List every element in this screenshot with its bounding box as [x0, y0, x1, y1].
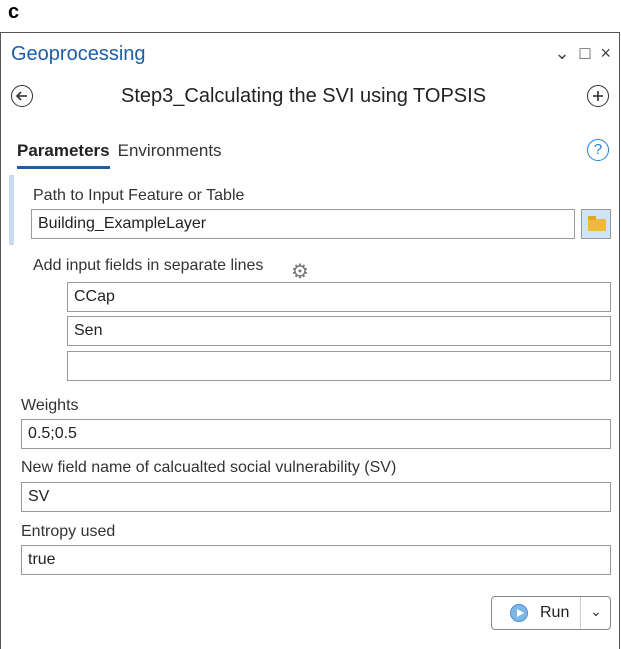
browse-button[interactable]	[581, 209, 611, 239]
input-path-field[interactable]: Building_ExampleLayer	[31, 209, 575, 239]
weights-label: Weights	[21, 397, 79, 414]
geoprocessing-pane: Geoprocessing ⌄ □ × Step3_Calculating th…	[0, 32, 620, 649]
run-label: Run	[540, 604, 570, 621]
active-parameter-indicator	[9, 175, 14, 245]
new-field-input[interactable]: SV	[21, 482, 611, 512]
chevron-down-icon[interactable]: ⌄	[555, 43, 570, 63]
input-path-label: Path to Input Feature or Table	[33, 187, 245, 204]
tool-name: Step3_Calculating the SVI using TOPSIS	[121, 85, 487, 107]
play-icon	[510, 604, 528, 622]
help-icon[interactable]: ?	[587, 139, 609, 161]
pane-title: Geoprocessing	[11, 43, 146, 65]
new-field-label: New field name of calcualted social vuln…	[21, 459, 397, 476]
input-field-3[interactable]	[67, 351, 611, 381]
run-button[interactable]: Run ⌄	[491, 596, 611, 630]
plus-icon	[593, 91, 603, 101]
input-field-2[interactable]: Sen	[67, 316, 611, 346]
entropy-field[interactable]: true	[21, 545, 611, 575]
maximize-icon[interactable]: □	[580, 43, 591, 63]
close-icon[interactable]: ×	[600, 43, 611, 63]
back-button[interactable]	[11, 85, 33, 107]
weights-field[interactable]: 0.5;0.5	[21, 419, 611, 449]
input-fields-label: Add input fields in separate lines	[33, 257, 264, 274]
figure-label: c	[8, 1, 20, 23]
add-button[interactable]	[587, 85, 609, 107]
tab-environments[interactable]: Environments	[118, 141, 222, 169]
gear-icon[interactable]: ⚙	[291, 259, 309, 284]
tab-bar: Parameters Environments	[17, 141, 222, 169]
tab-parameters[interactable]: Parameters	[17, 141, 110, 169]
input-field-1[interactable]: CCap	[67, 282, 611, 312]
folder-icon	[588, 216, 606, 231]
entropy-label: Entropy used	[21, 523, 116, 540]
window-controls: ⌄ □ ×	[555, 43, 611, 63]
chevron-down-icon[interactable]: ⌄	[590, 603, 602, 620]
tool-header: Step3_Calculating the SVI using TOPSIS	[11, 85, 609, 115]
arrow-left-icon	[15, 91, 27, 101]
run-divider	[580, 597, 581, 629]
